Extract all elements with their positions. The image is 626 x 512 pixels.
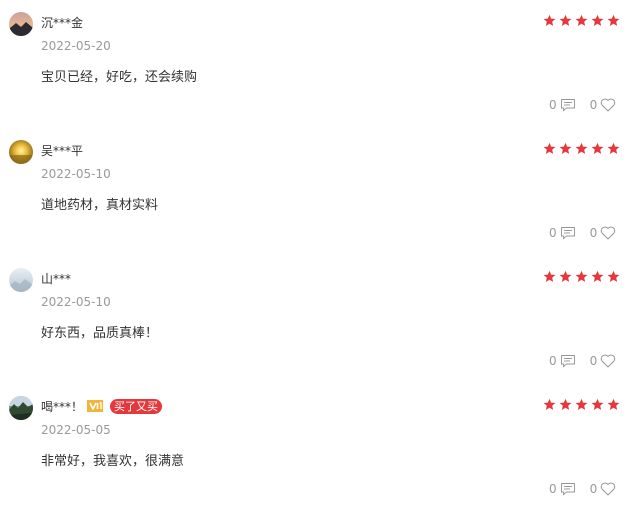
star-icon xyxy=(543,270,556,282)
comment-icon xyxy=(560,483,575,496)
review-item: 沉***金 2022-05-20 宝贝已经，好吃，还会续购 0 0 xyxy=(0,0,626,128)
star-icon xyxy=(575,14,588,26)
comment-count: 0 xyxy=(549,354,557,368)
star-rating xyxy=(543,14,620,27)
like-count: 0 xyxy=(589,354,598,368)
star-icon xyxy=(607,270,620,282)
like-button[interactable]: 0 xyxy=(590,98,617,112)
user-avatar[interactable] xyxy=(9,396,33,420)
heart-icon xyxy=(601,354,616,368)
user-avatar[interactable] xyxy=(9,268,33,292)
star-icon xyxy=(559,270,572,282)
golden-sun-avatar-icon xyxy=(9,140,33,164)
like-count: 0 xyxy=(589,98,598,112)
like-button[interactable]: 0 xyxy=(590,354,617,368)
heart-icon xyxy=(601,482,616,496)
review-content: 道地药材，真材实料 xyxy=(41,198,159,213)
star-icon xyxy=(591,142,604,154)
review-date: 2022-05-10 xyxy=(41,295,111,309)
comment-button[interactable]: 0 xyxy=(549,98,576,112)
like-count: 0 xyxy=(589,482,598,496)
star-icon xyxy=(543,14,556,26)
review-date: 2022-05-05 xyxy=(41,423,111,437)
star-rating xyxy=(543,142,620,155)
username: 吴***平 xyxy=(41,144,84,158)
star-icon xyxy=(559,142,572,154)
like-button[interactable]: 0 xyxy=(590,482,617,496)
star-icon xyxy=(607,142,620,154)
review-item: 吴***平 2022-05-10 道地药材，真材实料 0 0 xyxy=(0,128,626,256)
like-button[interactable]: 0 xyxy=(590,226,617,240)
star-rating xyxy=(543,270,620,283)
review-content: 非常好，我喜欢，很满意 xyxy=(41,454,185,469)
review-content: 好东西，品质真棒！ xyxy=(41,326,159,341)
comment-icon xyxy=(560,99,575,112)
review-date: 2022-05-20 xyxy=(41,39,111,53)
comment-icon xyxy=(560,355,575,368)
username: 沉***金 xyxy=(41,16,84,30)
comment-button[interactable]: 0 xyxy=(549,482,576,496)
repurchase-badge: 买了又买 xyxy=(110,398,162,414)
review-actions: 0 0 xyxy=(549,354,616,368)
star-icon xyxy=(607,398,620,410)
username: 山*** xyxy=(41,272,72,286)
comment-icon xyxy=(560,227,575,240)
star-icon xyxy=(559,14,572,26)
vip-crown-icon xyxy=(87,400,103,412)
user-avatar[interactable] xyxy=(9,140,33,164)
username: 喝***！ xyxy=(41,400,84,414)
misty-snow-avatar-icon xyxy=(9,268,33,292)
user-avatar[interactable] xyxy=(9,12,33,36)
comment-button[interactable]: 0 xyxy=(549,354,576,368)
comment-count: 0 xyxy=(549,226,557,240)
comment-button[interactable]: 0 xyxy=(549,226,576,240)
heart-icon xyxy=(601,226,616,240)
star-icon xyxy=(543,142,556,154)
star-icon xyxy=(575,398,588,410)
review-date: 2022-05-10 xyxy=(41,167,111,181)
comment-count: 0 xyxy=(549,482,557,496)
star-icon xyxy=(543,398,556,410)
star-icon xyxy=(591,398,604,410)
sunset-mountain-avatar-icon xyxy=(9,12,33,36)
star-icon xyxy=(607,14,620,26)
review-actions: 0 0 xyxy=(549,482,616,496)
star-rating xyxy=(543,398,620,411)
star-icon xyxy=(559,398,572,410)
star-icon xyxy=(591,270,604,282)
like-count: 0 xyxy=(589,226,598,240)
star-icon xyxy=(575,270,588,282)
forest-landscape-avatar-icon xyxy=(9,396,33,420)
star-icon xyxy=(591,14,604,26)
review-content: 宝贝已经，好吃，还会续购 xyxy=(41,70,198,85)
review-actions: 0 0 xyxy=(549,98,616,112)
heart-icon xyxy=(601,98,616,112)
review-actions: 0 0 xyxy=(549,226,616,240)
star-icon xyxy=(575,142,588,154)
review-item: 喝***！ 买了又买 2022-05-05 非常好，我喜欢，很满意 0 0 xyxy=(0,384,626,512)
review-item: 山*** 2022-05-10 好东西，品质真棒！ 0 0 xyxy=(0,256,626,384)
user-badges: 买了又买 xyxy=(86,397,162,415)
comment-count: 0 xyxy=(549,98,557,112)
